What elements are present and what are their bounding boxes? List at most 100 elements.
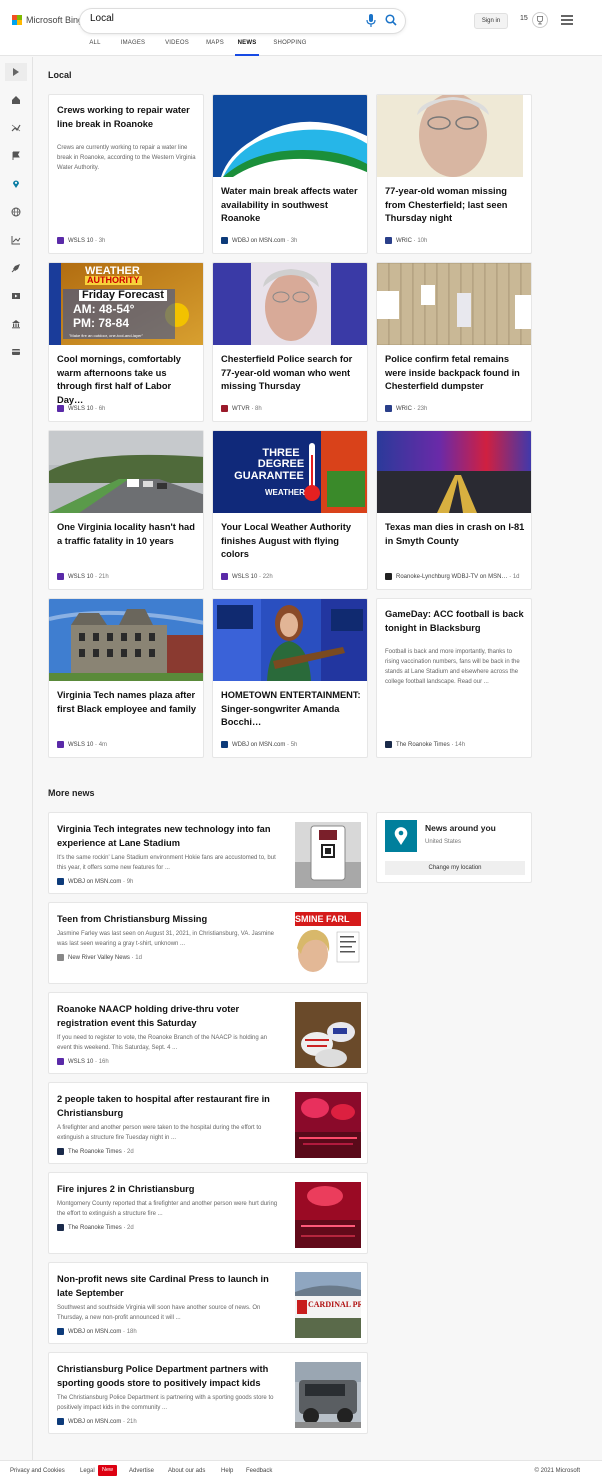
card-source: WTVR · 8h	[221, 405, 262, 412]
thumb-forecast-am: AM: 48-54°	[73, 302, 135, 316]
news-card[interactable]: WEATHER AUTHORITY Friday Forecast AM: 48…	[48, 262, 204, 422]
sign-in-button[interactable]: Sign in	[474, 13, 508, 29]
more-news-item[interactable]: Christiansburg Police Department partner…	[48, 1352, 368, 1434]
item-title[interactable]: Teen from Christiansburg Missing	[57, 912, 283, 926]
item-title[interactable]: Christiansburg Police Department partner…	[57, 1362, 283, 1390]
news-card[interactable]: Crews working to repair water line break…	[48, 94, 204, 254]
chart-icon[interactable]	[11, 235, 21, 245]
item-source: WDBJ on MSN.com · 9h	[57, 878, 133, 885]
card-title[interactable]: HOMETOWN ENTERTAINMENT: Singer-songwrite…	[221, 689, 361, 730]
wsls-logo-icon	[57, 741, 64, 748]
card-title[interactable]: Police confirm fetal remains were inside…	[385, 353, 525, 394]
wric-logo-icon	[385, 237, 392, 244]
tab-all[interactable]: ALL	[82, 40, 108, 56]
rewards-trophy-icon[interactable]	[532, 12, 548, 28]
card-source: WRIC · 23h	[385, 405, 427, 412]
news-card[interactable]: GameDay: ACC football is back tonight in…	[376, 598, 532, 758]
feedback-link[interactable]: Feedback	[246, 1468, 272, 1474]
item-image[interactable]	[295, 1362, 361, 1428]
item-title[interactable]: Non-profit news site Cardinal Press to l…	[57, 1272, 283, 1300]
card-image[interactable]	[377, 431, 531, 513]
card-image[interactable]	[213, 95, 367, 177]
wdbj-logo-icon	[57, 1328, 64, 1335]
more-news-item[interactable]: Virginia Tech integrates new technology …	[48, 812, 368, 894]
card-title[interactable]: Virginia Tech names plaza after first Bl…	[57, 689, 197, 716]
card-image[interactable]	[377, 263, 531, 345]
card-title[interactable]: One Virginia locality hasn't had a traff…	[57, 521, 197, 548]
section-title-local: Local	[48, 70, 72, 80]
trending-icon[interactable]	[11, 123, 21, 133]
card-title[interactable]: Cool mornings, comfortably warm afternoo…	[57, 353, 197, 408]
item-title[interactable]: Fire injures 2 in Christiansburg	[57, 1182, 283, 1196]
card-image[interactable]	[213, 263, 367, 345]
more-news-item[interactable]: Fire injures 2 in Christiansburg Montgom…	[48, 1172, 368, 1254]
bing-logo[interactable]: Microsoft Bing	[12, 15, 83, 25]
card-icon[interactable]	[11, 347, 21, 357]
news-card[interactable]: Texas man dies in crash on I-81 in Smyth…	[376, 430, 532, 590]
news-card[interactable]: One Virginia locality hasn't had a traff…	[48, 430, 204, 590]
item-title[interactable]: Virginia Tech integrates new technology …	[57, 822, 283, 850]
item-image[interactable]: SMINE FARL	[295, 912, 361, 978]
search-input[interactable]	[90, 13, 360, 24]
news-card[interactable]: THREE DEGREE GUARANTEE WEATHER Your Loca…	[212, 430, 368, 590]
card-title[interactable]: Your Local Weather Authority finishes Au…	[221, 521, 361, 562]
card-title[interactable]: Water main break affects water availabil…	[221, 185, 361, 226]
about-ads-link[interactable]: About our ads	[168, 1468, 205, 1474]
video-icon[interactable]	[11, 291, 21, 301]
building-icon[interactable]	[11, 319, 21, 329]
search-icon[interactable]	[385, 14, 397, 26]
tab-news[interactable]: NEWS	[235, 40, 259, 56]
rail-expand-button[interactable]	[5, 63, 27, 81]
item-title[interactable]: Roanoke NAACP holding drive-thru voter r…	[57, 1002, 283, 1030]
card-image[interactable]	[49, 599, 203, 681]
news-card[interactable]: 77-year-old woman missing from Chesterfi…	[376, 94, 532, 254]
tab-images[interactable]: IMAGES	[110, 40, 156, 56]
legal-link[interactable]: Legal	[80, 1468, 95, 1474]
card-title[interactable]: Texas man dies in crash on I-81 in Smyth…	[385, 521, 525, 548]
item-source: WSLS 10 · 16h	[57, 1058, 109, 1065]
search-box	[80, 9, 405, 33]
news-card[interactable]: Police confirm fetal remains were inside…	[376, 262, 532, 422]
more-news-item[interactable]: Teen from Christiansburg Missing Jasmine…	[48, 902, 368, 984]
card-image[interactable]	[49, 431, 203, 513]
item-title[interactable]: 2 people taken to hospital after restaur…	[57, 1092, 283, 1120]
card-image[interactable]: THREE DEGREE GUARANTEE WEATHER	[213, 431, 367, 513]
hamburger-menu-icon[interactable]	[561, 15, 573, 25]
home-icon[interactable]	[11, 95, 21, 105]
tab-maps[interactable]: MAPS	[198, 40, 232, 56]
more-news-item[interactable]: 2 people taken to hospital after restaur…	[48, 1082, 368, 1164]
chevron-right-icon	[13, 68, 19, 76]
card-image[interactable]	[213, 599, 367, 681]
tab-shopping[interactable]: SHOPPING	[265, 40, 315, 56]
advertise-link[interactable]: Advertise	[129, 1468, 154, 1474]
card-title[interactable]: Chesterfield Police search for 77-year-o…	[221, 353, 361, 394]
news-card[interactable]: Water main break affects water availabil…	[212, 94, 368, 254]
more-news-item[interactable]: Roanoke NAACP holding drive-thru voter r…	[48, 992, 368, 1074]
tab-videos[interactable]: VIDEOS	[158, 40, 196, 56]
change-location-button[interactable]: Change my location	[385, 861, 525, 875]
item-image[interactable]	[295, 1182, 361, 1248]
wdbj-logo-icon	[57, 878, 64, 885]
news-card[interactable]: Virginia Tech names plaza after first Bl…	[48, 598, 204, 758]
news-card[interactable]: HOMETOWN ENTERTAINMENT: Singer-songwrite…	[212, 598, 368, 758]
globe-icon[interactable]	[11, 207, 21, 217]
item-image[interactable]	[295, 1092, 361, 1158]
flag-icon[interactable]	[11, 151, 21, 161]
card-title[interactable]: 77-year-old woman missing from Chesterfi…	[385, 185, 525, 226]
news-card[interactable]: Chesterfield Police search for 77-year-o…	[212, 262, 368, 422]
card-image[interactable]: WEATHER AUTHORITY Friday Forecast AM: 48…	[49, 263, 203, 345]
card-image[interactable]	[377, 95, 531, 177]
card-title[interactable]: GameDay: ACC football is back tonight in…	[385, 608, 525, 635]
item-image[interactable]	[295, 1002, 361, 1068]
location-icon[interactable]	[11, 179, 21, 189]
privacy-link[interactable]: Privacy and Cookies	[10, 1468, 65, 1474]
item-image[interactable]: CARDINAL PRE	[295, 1272, 361, 1338]
more-news-item[interactable]: Non-profit news site Cardinal Press to l…	[48, 1262, 368, 1344]
help-link[interactable]: Help	[221, 1468, 233, 1474]
card-title[interactable]: Crews working to repair water line break…	[57, 104, 197, 131]
rocket-icon[interactable]	[11, 263, 21, 273]
wdbj-logo-icon	[57, 1418, 64, 1425]
microphone-icon[interactable]	[366, 14, 376, 28]
wsls-logo-icon	[57, 573, 64, 580]
item-image[interactable]	[295, 822, 361, 888]
